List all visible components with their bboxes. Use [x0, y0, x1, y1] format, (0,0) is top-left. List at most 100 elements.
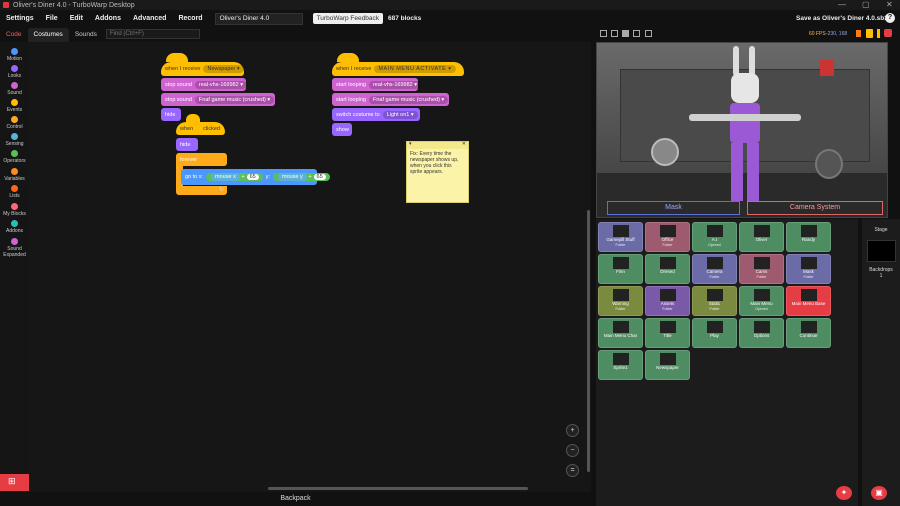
fullscreen-icon[interactable]: [600, 30, 607, 37]
sprite-tile[interactable]: Title: [645, 318, 690, 348]
sprite-tile[interactable]: A.I Opened: [692, 222, 737, 252]
category-sound[interactable]: Sound: [0, 82, 29, 96]
message-dropdown[interactable]: Newspaper ▾: [203, 65, 244, 73]
stage-canvas[interactable]: Mask Camera System: [596, 42, 888, 218]
workspace-scrollbar-vertical[interactable]: [587, 210, 590, 472]
when-i-receive-block[interactable]: when I receive MAIN MENU ACTIVATE ▾: [332, 62, 464, 76]
sprite-tile[interactable]: Gamepill Stuff Folder: [598, 222, 643, 252]
note-text[interactable]: Fix: Every time the newspaper shows up, …: [407, 149, 468, 177]
sprite-tile[interactable]: Main Menu Char: [598, 318, 643, 348]
add-operator[interactable]: mouse x +65: [206, 173, 263, 181]
sprite-tile[interactable]: Randy: [786, 222, 831, 252]
menu-record[interactable]: Record: [172, 15, 208, 22]
add-sprite-icon[interactable]: ✦: [836, 486, 852, 500]
mouse-y-reporter[interactable]: mouse y: [278, 173, 307, 181]
sprite-tile[interactable]: Cams Folder: [739, 254, 784, 284]
sprite-tile[interactable]: Static Folder: [692, 286, 737, 316]
sprite-tile[interactable]: Camera Folder: [692, 254, 737, 284]
category-variables[interactable]: Variables: [0, 168, 29, 182]
mask-button[interactable]: Mask: [607, 201, 740, 215]
small-stage-icon[interactable]: [611, 30, 618, 37]
number-input[interactable]: 65: [246, 174, 259, 180]
sprite-tile[interactable]: Dresed: [645, 254, 690, 284]
stage-thumbnail[interactable]: [866, 240, 896, 262]
tab-costumes[interactable]: Costumes: [27, 28, 69, 42]
stop-sound-block[interactable]: stop sound real-vhs-169982 ▾: [161, 78, 247, 91]
category-control[interactable]: Control: [0, 116, 29, 130]
sprite-tile[interactable]: Main Menu Base: [786, 286, 831, 316]
sprite-tile[interactable]: Assets Folder: [645, 286, 690, 316]
menu-settings[interactable]: Settings: [0, 15, 40, 22]
sprite-tile[interactable]: Sprite1: [598, 350, 643, 380]
add-extension-button[interactable]: ⊞: [0, 474, 29, 491]
workspace-scrollbar-horizontal[interactable]: [268, 487, 528, 490]
comment-note[interactable]: ▾ ✕ Fix: Every time the newspaper shows u…: [406, 141, 469, 203]
when-clicked-block[interactable]: when clicked: [176, 122, 225, 135]
category-looks[interactable]: Looks: [0, 65, 29, 79]
collapse-icon[interactable]: ▾: [409, 141, 412, 147]
sprite-tile[interactable]: Options: [739, 318, 784, 348]
popout-icon[interactable]: [645, 30, 652, 37]
mouse-x-reporter[interactable]: mouse x: [211, 173, 240, 181]
go-to-xy-block[interactable]: go to x: mouse x +65 y: mouse y +65: [181, 169, 330, 185]
green-flag-icon[interactable]: [866, 29, 873, 38]
close-note-icon[interactable]: ✕: [462, 141, 466, 147]
pause-icon[interactable]: [877, 29, 880, 38]
close-button[interactable]: ✕: [886, 0, 893, 9]
forever-block[interactable]: forever: [176, 153, 227, 166]
zoom-reset-icon[interactable]: =: [566, 464, 579, 477]
sound-dropdown[interactable]: Fnaf game music (crushed) ▾: [194, 95, 275, 104]
turbo-icon[interactable]: [856, 30, 861, 37]
maximize-button[interactable]: ▢: [862, 0, 870, 9]
sound-dropdown[interactable]: real-vhs-169982 ▾: [194, 80, 247, 89]
start-looping-block[interactable]: start looping real-vhs-169982 ▾: [332, 78, 422, 91]
category-sound-expanded[interactable]: Sound Expanded: [0, 238, 29, 258]
sprite-tile[interactable]: Newspaper: [645, 350, 690, 380]
category-operators[interactable]: Operators: [0, 150, 29, 164]
save-as-button[interactable]: Save as Oliver's Diner 4.0.sb3: [796, 15, 888, 22]
category-motion[interactable]: Motion: [0, 48, 29, 62]
sound-dropdown[interactable]: real-vhs-169982 ▾: [368, 80, 422, 89]
tab-sounds[interactable]: Sounds: [69, 28, 103, 42]
sprite-tile[interactable]: Office Folder: [645, 222, 690, 252]
category-lists[interactable]: Lists: [0, 185, 29, 199]
menu-addons[interactable]: Addons: [89, 15, 127, 22]
zoom-in-icon[interactable]: +: [566, 424, 579, 437]
project-title-input[interactable]: Oliver's Diner 4.0: [214, 12, 303, 25]
feedback-button[interactable]: TurboWarp Feedback: [312, 13, 383, 24]
hide-block[interactable]: hide: [176, 138, 198, 151]
sprite-tile[interactable]: Oliver: [739, 222, 784, 252]
stage-selector[interactable]: Stage Backdrops 1: [862, 219, 900, 506]
normal-stage-icon[interactable]: [622, 30, 629, 37]
camera-system-button[interactable]: Camera System: [747, 201, 883, 215]
add-backdrop-icon[interactable]: ▣: [871, 486, 887, 500]
zoom-out-icon[interactable]: −: [566, 444, 579, 457]
menu-file[interactable]: File: [40, 15, 64, 22]
switch-costume-block[interactable]: switch costume to Light on1 ▾: [332, 108, 420, 121]
note-header[interactable]: ▾ ✕: [407, 141, 468, 149]
tab-code[interactable]: Code: [0, 28, 28, 42]
sprite-tile[interactable]: Play: [692, 318, 737, 348]
script-workspace[interactable]: [29, 42, 591, 492]
category-addons[interactable]: Addons: [0, 220, 29, 234]
add-operator[interactable]: mouse y +65: [273, 173, 330, 181]
show-block[interactable]: show: [332, 123, 352, 136]
find-input[interactable]: Find (Ctrl+F): [106, 29, 200, 39]
menu-advanced[interactable]: Advanced: [127, 15, 172, 22]
help-icon[interactable]: ?: [885, 13, 895, 23]
start-looping-block[interactable]: start looping Fnaf game music (crushed) ▾: [332, 93, 449, 106]
sprite-tile[interactable]: Continue: [786, 318, 831, 348]
menu-edit[interactable]: Edit: [64, 15, 89, 22]
costume-dropdown[interactable]: Light on1 ▾: [382, 110, 418, 119]
backpack[interactable]: Backpack: [0, 492, 591, 506]
sprite-tile[interactable]: Finn: [598, 254, 643, 284]
category-events[interactable]: Events: [0, 99, 29, 113]
minimize-button[interactable]: —: [838, 0, 846, 9]
stop-sound-block[interactable]: stop sound Fnaf game music (crushed) ▾: [161, 93, 275, 106]
sound-dropdown[interactable]: Fnaf game music (crushed) ▾: [368, 95, 449, 104]
number-input[interactable]: 65: [313, 174, 326, 180]
when-i-receive-block[interactable]: when I receive Newspaper ▾: [161, 62, 244, 76]
category-sensing[interactable]: Sensing: [0, 133, 29, 147]
large-stage-icon[interactable]: [633, 30, 640, 37]
sprite-tile[interactable]: Mask Folder: [786, 254, 831, 284]
